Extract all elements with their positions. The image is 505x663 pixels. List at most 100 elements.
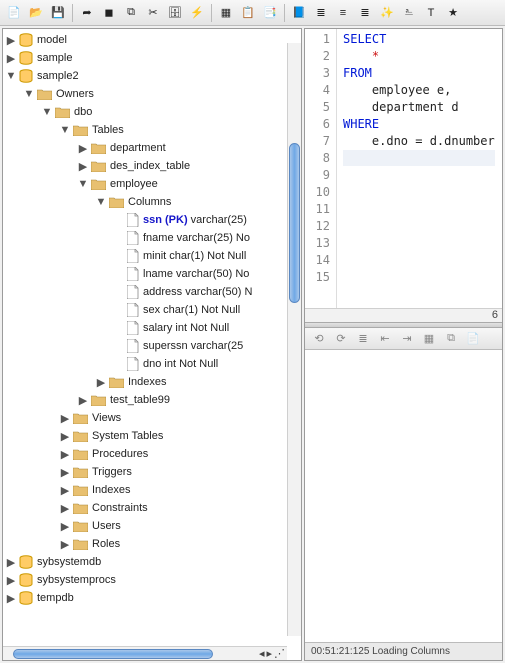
table-des-index[interactable]: ▶ des_index_table [5, 157, 301, 175]
db-node-tempdb[interactable]: ▶tempdb [5, 589, 301, 607]
column-salary[interactable]: salary int Not Null [5, 319, 301, 337]
sql-editor[interactable]: 123456789101112131415 SELECT * FROM empl… [305, 29, 502, 308]
stop-icon[interactable]: ◼ [99, 3, 119, 23]
disclose-closed-icon[interactable]: ▶ [77, 142, 89, 154]
column-fname[interactable]: fname varchar(25) No [5, 229, 301, 247]
db-node-sample2[interactable]: ▼ sample2 [5, 67, 301, 85]
text-icon[interactable]: T [421, 3, 441, 23]
disclose-closed-icon[interactable]: ▶ [77, 160, 89, 172]
align-right-icon[interactable]: ≣ [355, 3, 375, 23]
lines-icon[interactable]: ≣ [311, 3, 331, 23]
tree-node-label: des_index_table [108, 160, 190, 172]
column-minit[interactable]: minit char(1) Not Null [5, 247, 301, 265]
lightning-icon[interactable]: ⚡ [187, 3, 207, 23]
folder-triggers[interactable]: ▶Triggers [5, 463, 301, 481]
wand-icon[interactable]: ✨ [377, 3, 397, 23]
folder-dbo[interactable]: ▼dbo [5, 103, 301, 121]
disclose-open-icon[interactable]: ▼ [5, 70, 17, 82]
schema-tree[interactable]: ▶model▶sample▼sample2▼Owners▼dbo▼Tables▶… [3, 29, 301, 660]
editor-horizontal-scrollbar[interactable]: 6 [305, 308, 502, 322]
tree-node-label: Indexes [126, 376, 167, 388]
new-icon[interactable]: 📄 [4, 3, 24, 23]
align-left-icon[interactable]: ≡ [333, 3, 353, 23]
disclose-open-icon[interactable]: ▼ [41, 106, 53, 118]
disclose-open-icon[interactable]: ▼ [59, 124, 71, 136]
disclose-closed-icon[interactable]: ▶ [59, 484, 71, 496]
clip-icon[interactable]: 📋 [238, 3, 258, 23]
results-out-icon[interactable]: ⇥ [397, 328, 417, 348]
table-department[interactable]: ▶department [5, 139, 301, 157]
db-node-sybsystemprocs[interactable]: ▶sybsystemprocs [5, 571, 301, 589]
open-icon[interactable]: 📂 [26, 3, 46, 23]
folder-users[interactable]: ▶Users [5, 517, 301, 535]
book-icon[interactable]: 📘 [289, 3, 309, 23]
run-icon[interactable]: ➦ [77, 3, 97, 23]
tree-vertical-scrollbar[interactable] [287, 43, 301, 636]
column-sex[interactable]: sex char(1) Not Null [5, 301, 301, 319]
disclose-open-icon[interactable]: ▼ [95, 196, 107, 208]
disclose-closed-icon[interactable]: ▶ [59, 520, 71, 532]
resize-grip-icon[interactable]: ⋰ [274, 647, 285, 660]
disclose-closed-icon[interactable]: ▶ [5, 34, 17, 46]
folder-tables[interactable]: ▼Tables [5, 121, 301, 139]
tree-node-label: ssn (PK) varchar(25) [141, 214, 247, 226]
results-lines-icon[interactable]: ≣ [353, 328, 373, 348]
disclose-open-icon[interactable]: ▼ [23, 88, 35, 100]
save-icon[interactable]: 💾 [48, 3, 68, 23]
db-icon[interactable]: 🗄 [165, 3, 185, 23]
disclose-closed-icon[interactable]: ▶ [59, 430, 71, 442]
results-next-icon[interactable]: ⟳ [331, 328, 351, 348]
results-copy-icon[interactable]: ⧉ [441, 328, 461, 348]
format-icon[interactable]: ⎁ [399, 3, 419, 23]
doc-icon[interactable]: 📑 [260, 3, 280, 23]
results-doc-icon[interactable]: 📄 [463, 328, 483, 348]
db-node-model[interactable]: ▶model [5, 31, 301, 49]
folder-procedures[interactable]: ▶Procedures [5, 445, 301, 463]
tree-node-label: lname varchar(50) No [141, 268, 249, 280]
column-dno[interactable]: dno int Not Null [5, 355, 301, 373]
folder-indexes-emp[interactable]: ▶ Indexes [5, 373, 301, 391]
disclose-closed-icon[interactable]: ▶ [5, 592, 17, 604]
results-in-icon[interactable]: ⇤ [375, 328, 395, 348]
results-sheet-icon[interactable]: ▦ [419, 328, 439, 348]
folder-views[interactable]: ▶Views [5, 409, 301, 427]
disclose-closed-icon[interactable]: ▶ [95, 376, 107, 388]
disclose-closed-icon[interactable]: ▶ [5, 556, 17, 568]
db-node-sybsystemdb[interactable]: ▶ sybsystemdb [5, 553, 301, 571]
folder-system-tables[interactable]: ▶System Tables [5, 427, 301, 445]
folder-roles[interactable]: ▶Roles [5, 535, 301, 553]
star-icon[interactable]: ★ [443, 3, 463, 23]
folder-icon [73, 520, 88, 532]
folder-columns[interactable]: ▼Columns [5, 193, 301, 211]
column-address[interactable]: address varchar(50) N [5, 283, 301, 301]
disclose-closed-icon[interactable]: ▶ [59, 466, 71, 478]
copy-icon[interactable]: ⧉ [121, 3, 141, 23]
disclose-closed-icon[interactable]: ▶ [5, 52, 17, 64]
column-ssn[interactable]: ssn (PK) varchar(25) [5, 211, 301, 229]
column-superssn[interactable]: superssn varchar(25 [5, 337, 301, 355]
tree-horizontal-scrollbar[interactable]: ◂▸⋰ [3, 646, 287, 660]
toolbar-separator [72, 4, 73, 22]
results-prev-icon[interactable]: ⟲ [309, 328, 329, 348]
sheet-icon[interactable]: ▦ [216, 3, 236, 23]
folder-constraints[interactable]: ▶Constraints [5, 499, 301, 517]
tree-node-label: sybsystemdb [35, 556, 101, 568]
disclose-closed-icon[interactable]: ▶ [59, 502, 71, 514]
tree-node-label: sample [35, 52, 72, 64]
code-area[interactable]: SELECT * FROM employee e, department d W… [337, 29, 495, 308]
table-test-table99[interactable]: ▶test_table99 [5, 391, 301, 409]
db-node-sample[interactable]: ▶ sample [5, 49, 301, 67]
folder-indexes[interactable]: ▶Indexes [5, 481, 301, 499]
disclose-closed-icon[interactable]: ▶ [59, 538, 71, 550]
cut-icon[interactable]: ✂ [143, 3, 163, 23]
disclose-closed-icon[interactable]: ▶ [59, 412, 71, 424]
disclose-closed-icon[interactable]: ▶ [59, 448, 71, 460]
folder-owners[interactable]: ▼Owners [5, 85, 301, 103]
disclose-open-icon[interactable]: ▼ [77, 178, 89, 190]
tree-node-label: sample2 [35, 70, 79, 82]
disclose-closed-icon[interactable]: ▶ [5, 574, 17, 586]
table-employee[interactable]: ▼employee [5, 175, 301, 193]
tree-node-label: superssn varchar(25 [141, 340, 243, 352]
disclose-closed-icon[interactable]: ▶ [77, 394, 89, 406]
column-lname[interactable]: lname varchar(50) No [5, 265, 301, 283]
